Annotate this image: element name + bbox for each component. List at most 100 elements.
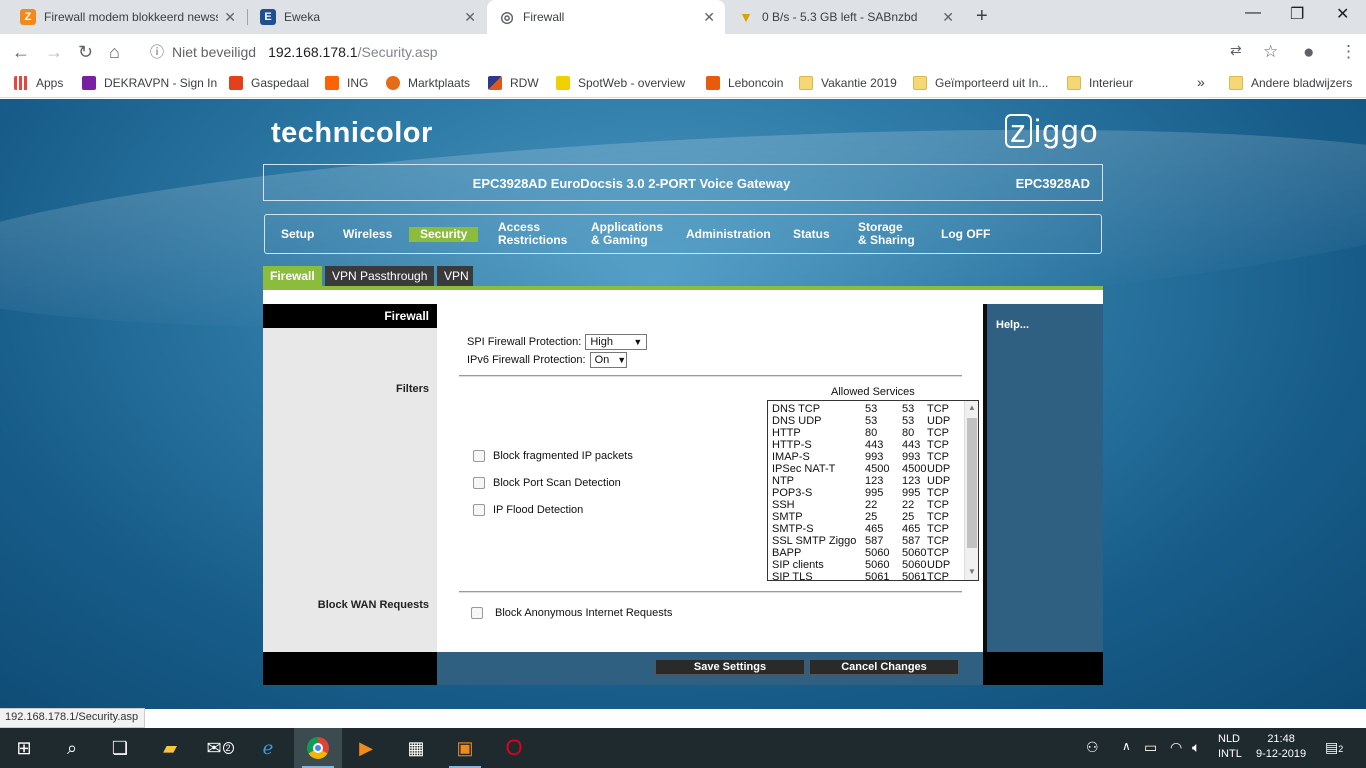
tab-title: Firewall modem blokkeerd newss [44, 10, 219, 24]
service-protocol: TCP [927, 403, 949, 415]
task-view-icon[interactable]: ❏ [96, 728, 144, 768]
subtab-firewall[interactable]: Firewall [263, 266, 322, 286]
notifications-icon[interactable]: ▤2 [1325, 739, 1343, 756]
bookmark-label: SpotWeb - overview [578, 76, 686, 90]
search-icon[interactable]: ⌕ [48, 728, 96, 768]
forward-icon[interactable]: → [45, 42, 63, 63]
bookmark-label: DEKRAVPN - Sign In [104, 76, 218, 90]
close-tab-icon[interactable]: ✕ [942, 9, 954, 26]
bookmark-star-icon[interactable]: ☆ [1263, 42, 1278, 62]
status-url-tooltip: 192.168.178.1/Security.asp [0, 708, 146, 728]
anon-label: Block Anonymous Internet Requests [495, 607, 673, 619]
file-explorer-icon[interactable]: ▰ [146, 728, 194, 768]
volume-icon[interactable]: 🔈︎ [1192, 739, 1200, 756]
left-label-column: Firewall Filters Block WAN Requests [263, 304, 437, 652]
wifi-icon[interactable]: ◠ [1170, 739, 1182, 756]
menu-label-line2: Restrictions [498, 233, 568, 247]
services-scrollbar[interactable]: ▲ ▼ [964, 401, 978, 580]
home-icon[interactable]: ⌂ [109, 42, 120, 63]
calculator-icon[interactable]: ▦ [392, 728, 440, 768]
minimize-icon[interactable]: — [1245, 4, 1261, 22]
bookmark-apps[interactable]: Apps [14, 76, 63, 90]
globe-icon: ◎ [500, 9, 514, 26]
close-tab-icon[interactable]: ✕ [464, 9, 476, 26]
scroll-down-icon[interactable]: ▼ [968, 567, 976, 576]
service-name: POP3-S [772, 487, 813, 499]
menu-log-off[interactable]: Log OFF [941, 228, 990, 241]
lang-primary: NLD [1218, 733, 1241, 745]
tab-eweka[interactable]: E Eweka ✕ [248, 0, 486, 34]
menu-status[interactable]: Status [793, 228, 830, 241]
tab-sabnzbd[interactable]: ▼ 0 B/s - 5.3 GB left - SABnzbd ✕ [726, 0, 964, 34]
show-hidden-icons[interactable]: ∧ [1122, 739, 1131, 753]
menu-setup[interactable]: Setup [281, 228, 314, 241]
window-close-icon[interactable]: ✕ [1336, 4, 1349, 24]
check-label: Block fragmented IP packets [493, 450, 633, 462]
system-clock[interactable]: 21:48 9-12-2019 [1256, 732, 1306, 762]
menu-administration[interactable]: Administration [686, 228, 771, 241]
block-fragmented-checkbox[interactable] [473, 450, 485, 462]
dekra-icon [82, 76, 96, 90]
tab-firewall[interactable]: ◎ Firewall ✕ [487, 0, 725, 34]
bookmark-gaspedaal[interactable]: Gaspedaal [229, 76, 309, 90]
bookmark-vakantie[interactable]: Vakantie 2019 [799, 76, 897, 90]
ipv6-select[interactable]: On ▼ [589, 352, 627, 368]
new-tab-icon[interactable]: + [976, 5, 988, 28]
bookmark-spotweb[interactable]: SpotWeb - overview [556, 76, 685, 90]
scroll-thumb[interactable] [967, 418, 977, 548]
battery-icon[interactable]: ▭ [1144, 739, 1157, 756]
cancel-changes-button[interactable]: Cancel Changes [809, 659, 959, 675]
tab-title: Firewall [523, 10, 565, 24]
bookmark-ing[interactable]: ING [325, 76, 368, 90]
profile-icon[interactable]: ● [1303, 42, 1314, 64]
menu-applications-gaming[interactable]: Applications & Gaming [591, 221, 663, 247]
language-indicator[interactable]: NLD INTL [1218, 732, 1242, 762]
bookmark-label: Geïmporteerd uit In... [935, 76, 1049, 90]
translate-icon[interactable]: ⇄ [1230, 42, 1242, 59]
bookmark-interieur[interactable]: Interieur [1067, 76, 1133, 90]
opera-icon[interactable]: O [490, 728, 538, 768]
scroll-up-icon[interactable]: ▲ [968, 403, 976, 412]
help-column-edge [983, 304, 987, 652]
close-tab-icon[interactable]: ✕ [224, 9, 236, 26]
internet-explorer-icon[interactable]: ℯ [244, 728, 292, 768]
menu-access-restrictions[interactable]: Access Restrictions [498, 221, 567, 247]
menu-security[interactable]: Security [409, 227, 479, 242]
block-port-scan-checkbox[interactable] [473, 477, 485, 489]
bookmark-marktplaats[interactable]: Marktplaats [386, 76, 470, 90]
bookmark-rdw[interactable]: RDW [488, 76, 539, 90]
allowed-services-list[interactable]: ▲ ▼ DNS TCP 53 53 TCP DNS UDP 53 53 UDP HTTP 80 80… [767, 400, 979, 581]
windows-start-icon[interactable]: ⊞ [0, 728, 48, 768]
bookmark-imported[interactable]: Geïmporteerd uit In... [913, 76, 1048, 90]
mail-icon[interactable]: ✉ 2 [196, 728, 244, 768]
zyxel-app-icon[interactable]: ▣ [441, 728, 489, 768]
subtab-vpn-passthrough[interactable]: VPN Passthrough [325, 266, 434, 286]
bookmark-label: Marktplaats [408, 76, 471, 90]
menu-wireless[interactable]: Wireless [343, 228, 392, 241]
spi-select[interactable]: High ▼ [585, 334, 648, 350]
address-bar[interactable]: ⓘ Niet beveiligd 192.168.178.1/Security.… [140, 38, 1295, 66]
bookmark-label: Interieur [1089, 76, 1134, 90]
service-protocol: TCP [927, 451, 949, 463]
menu-storage-sharing[interactable]: Storage & Sharing [858, 221, 915, 247]
subtab-vpn[interactable]: VPN [437, 266, 473, 286]
ip-flood-checkbox[interactable] [473, 504, 485, 516]
help-link[interactable]: Help... [996, 319, 1029, 331]
save-settings-button[interactable]: Save Settings [655, 659, 805, 675]
close-tab-icon[interactable]: ✕ [703, 9, 715, 26]
reload-icon[interactable]: ↻ [78, 42, 93, 63]
chrome-icon[interactable] [294, 728, 342, 768]
back-icon[interactable]: ← [12, 42, 30, 63]
restore-icon[interactable]: ❐ [1290, 4, 1304, 24]
block-anonymous-checkbox[interactable] [471, 607, 483, 619]
more-bookmarks-icon[interactable]: » [1197, 74, 1205, 90]
menu-icon[interactable]: ⋮ [1340, 42, 1357, 62]
bookmark-other[interactable]: Andere bladwijzers [1229, 76, 1352, 90]
media-player-icon[interactable]: ▶ [342, 728, 390, 768]
people-icon[interactable]: ⚇ [1086, 739, 1099, 756]
bookmark-dekravpn[interactable]: DEKRAVPN - Sign In [82, 76, 217, 90]
info-icon[interactable]: ⓘ [150, 42, 164, 62]
tab-zyxel[interactable]: Z Firewall modem blokkeerd newss ✕ [8, 0, 246, 34]
spi-value: High [590, 336, 613, 348]
bookmark-leboncoin[interactable]: Leboncoin [706, 76, 783, 90]
